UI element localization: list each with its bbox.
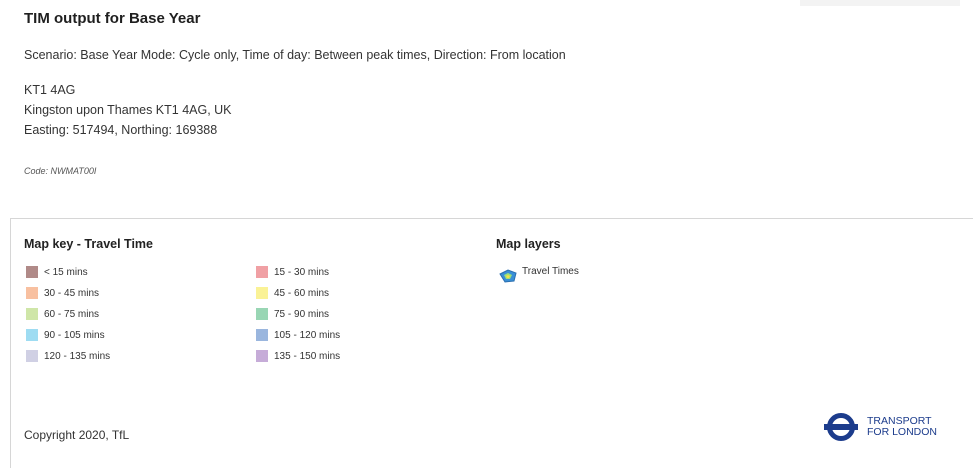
address-line: Kingston upon Thames KT1 4AG, UK <box>24 103 232 117</box>
color-swatch <box>26 329 38 341</box>
map-key-label: 15 - 30 mins <box>274 266 330 278</box>
color-swatch <box>256 329 268 341</box>
map-key-label: 120 - 135 mins <box>44 350 111 362</box>
map-key-label: 105 - 120 mins <box>274 329 341 341</box>
layer-item-travel-times[interactable]: Travel Times <box>498 266 579 284</box>
color-swatch <box>26 287 38 299</box>
map-key-item: < 15 mins <box>26 265 88 279</box>
color-swatch <box>256 266 268 278</box>
code-label: Code: NWMAT00I <box>24 166 97 176</box>
map-key-label: 75 - 90 mins <box>274 308 330 320</box>
map-key-item: 45 - 60 mins <box>256 286 329 300</box>
map-key-title: Map key - Travel Time <box>24 237 153 251</box>
tfl-wordmark: TRANSPORT FOR LONDON <box>867 415 938 438</box>
copyright-text: Copyright 2020, TfL <box>24 428 130 442</box>
top-decoration-strip <box>800 0 960 6</box>
map-key-item: 15 - 30 mins <box>256 265 329 279</box>
map-key-item: 105 - 120 mins <box>256 328 340 342</box>
map-key-label: 30 - 45 mins <box>44 287 100 299</box>
map-key-item: 30 - 45 mins <box>26 286 99 300</box>
color-swatch <box>256 350 268 362</box>
page-title: TIM output for Base Year <box>24 10 201 27</box>
map-key-panel: Map key - Travel Time < 15 mins 15 - 30 … <box>10 218 973 468</box>
color-swatch <box>26 266 38 278</box>
map-key-label: 135 - 150 mins <box>274 350 341 362</box>
color-swatch <box>26 308 38 320</box>
postcode: KT1 4AG <box>24 83 76 97</box>
color-swatch <box>256 287 268 299</box>
map-key-item: 60 - 75 mins <box>26 307 99 321</box>
map-key-item: 90 - 105 mins <box>26 328 105 342</box>
layer-label: Travel Times <box>522 266 579 277</box>
map-key-item: 135 - 150 mins <box>256 349 340 363</box>
map-layers-title: Map layers <box>496 237 561 251</box>
color-swatch <box>256 308 268 320</box>
map-key-item: 75 - 90 mins <box>256 307 329 321</box>
map-key-item: 120 - 135 mins <box>26 349 110 363</box>
color-swatch <box>26 350 38 362</box>
map-key-label: 45 - 60 mins <box>274 287 330 299</box>
location-block: KT1 4AG Kingston upon Thames KT1 4AG, UK… <box>24 80 232 140</box>
map-key-label: 60 - 75 mins <box>44 308 100 320</box>
scenario-text: Scenario: Base Year Mode: Cycle only, Ti… <box>24 48 566 62</box>
map-key-label: < 15 mins <box>44 266 88 278</box>
tfl-roundel-icon <box>824 413 858 441</box>
map-key-label: 90 - 105 mins <box>44 329 105 341</box>
tfl-logo: TRANSPORT FOR LONDON <box>821 412 937 442</box>
coordinates: Easting: 517494, Northing: 169388 <box>24 123 218 137</box>
travel-times-layer-icon <box>498 268 518 284</box>
